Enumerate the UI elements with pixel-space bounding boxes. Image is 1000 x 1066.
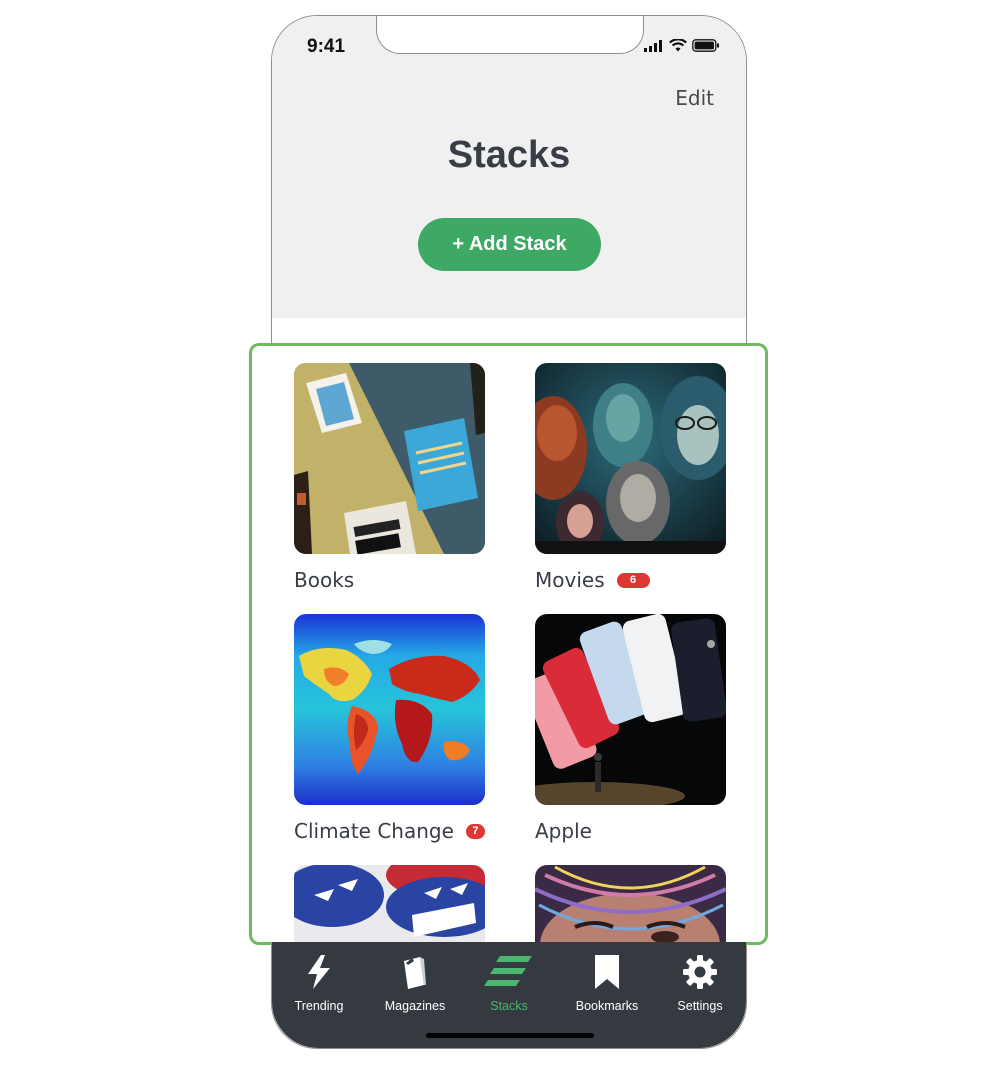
tab-label: Settings [677, 999, 723, 1013]
lightning-icon [308, 955, 330, 989]
add-stack-button[interactable]: + Add Stack [418, 218, 601, 271]
stack-tile-partial[interactable] [535, 865, 726, 942]
home-indicator [426, 1033, 594, 1038]
battery-icon [692, 39, 719, 52]
signal-icon [644, 39, 662, 52]
tab-label: Trending [294, 999, 344, 1013]
phone-notch [376, 16, 644, 54]
bookmark-icon [595, 955, 619, 989]
unread-badge: 6 [616, 572, 650, 588]
tab-bar: Trending Magazines Stacks Bookmarks Sett… [272, 942, 746, 1048]
tab-label: Magazines [384, 999, 446, 1013]
wifi-icon [669, 39, 687, 52]
stack-tile-movies[interactable]: Movies 6 [535, 363, 726, 592]
magazine-icon [404, 957, 426, 989]
stack-label: Apple [535, 819, 592, 843]
vote-buttons-image [294, 865, 485, 942]
books-cover-image [294, 363, 485, 554]
tab-label: Stacks [490, 999, 528, 1013]
page-title: Stacks [447, 134, 571, 176]
stack-tile-climate-change[interactable]: Climate Change 7 [294, 614, 485, 843]
iphone-image [535, 614, 726, 805]
tab-stacks[interactable]: Stacks [462, 942, 556, 1022]
tab-magazines[interactable]: Magazines [368, 942, 462, 1022]
colorful-face-image [535, 865, 726, 942]
stack-label: Movies [535, 568, 605, 592]
stacks-grid: Books Movies 6 Climate Change 7 Apple [249, 343, 768, 945]
climate-map-image [294, 614, 485, 805]
stacks-icon [484, 956, 532, 986]
movies-poster-image [535, 363, 726, 554]
stack-tile-partial[interactable] [294, 865, 485, 942]
tab-settings[interactable]: Settings [653, 942, 746, 1022]
tab-trending[interactable]: Trending [272, 942, 366, 1022]
tab-label: Bookmarks [575, 999, 639, 1013]
tab-bookmarks[interactable]: Bookmarks [560, 942, 654, 1022]
stack-label: Books [294, 568, 355, 592]
status-icons [644, 39, 720, 52]
stack-tile-books[interactable]: Books [294, 363, 485, 592]
stack-tile-apple[interactable]: Apple [535, 614, 726, 843]
gear-icon [683, 955, 717, 989]
edit-button[interactable]: Edit [675, 86, 714, 110]
stack-label: Climate Change [294, 819, 454, 843]
status-time: 9:41 [307, 36, 346, 57]
unread-badge: 7 [465, 823, 485, 839]
